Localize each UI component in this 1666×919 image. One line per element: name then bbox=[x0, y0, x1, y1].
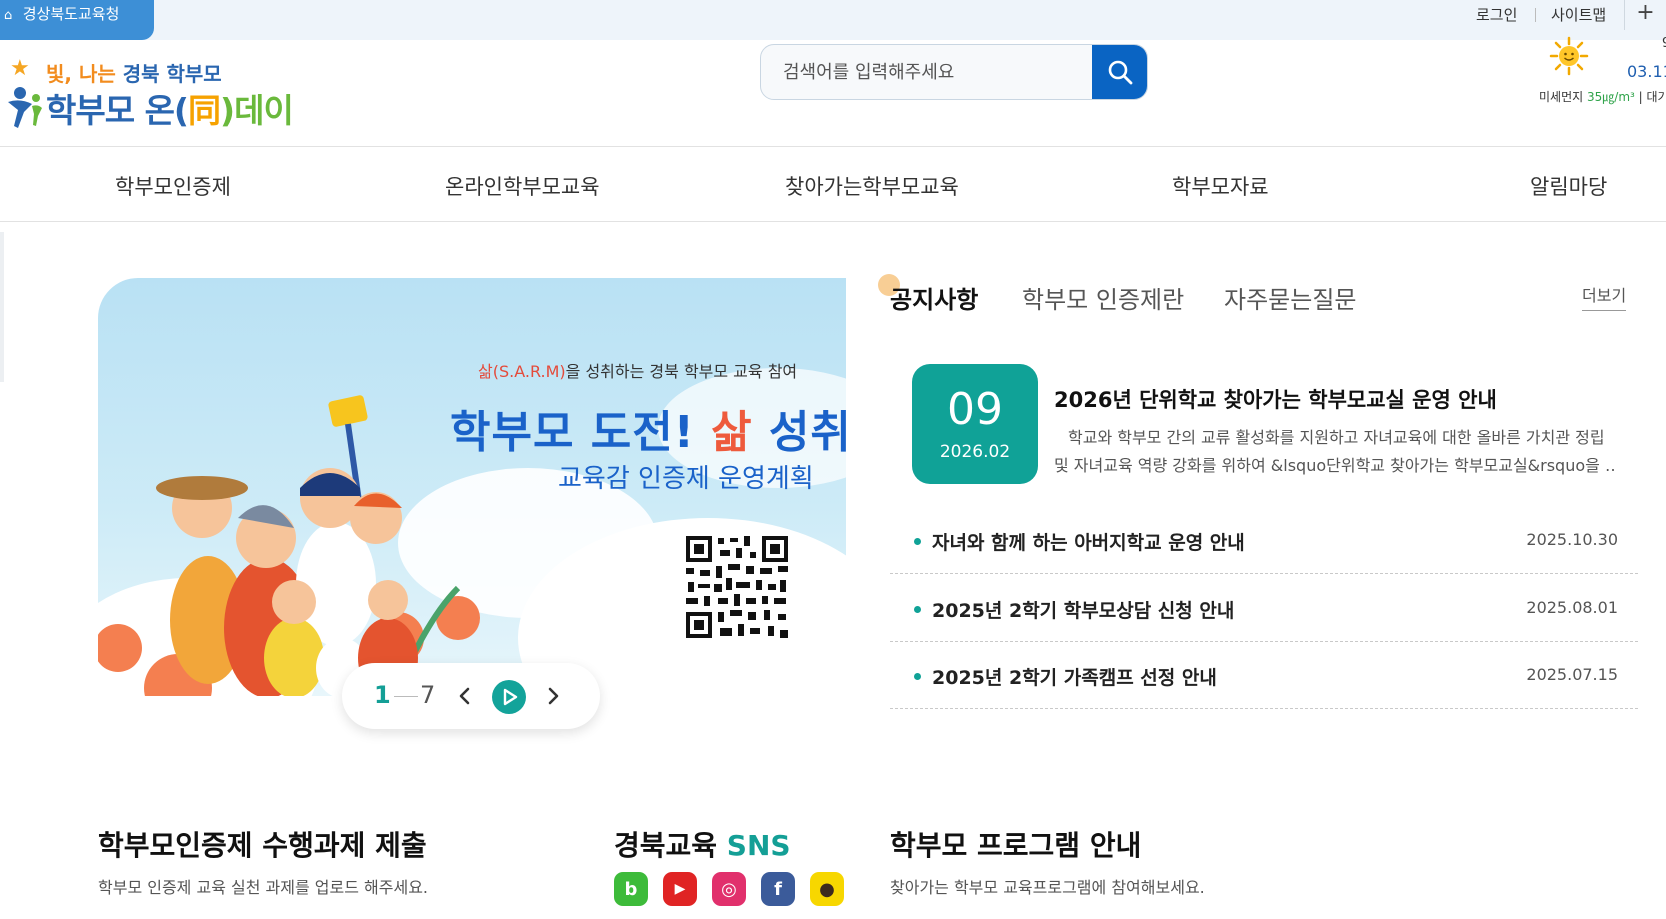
program-title[interactable]: 학부모 프로그램 안내 bbox=[890, 824, 1141, 864]
nav-notice-board[interactable]: 알림마당 bbox=[1530, 171, 1607, 201]
person-icon bbox=[8, 87, 42, 128]
tab-notice[interactable]: 공지사항 bbox=[878, 274, 978, 315]
org-name: 경상북도교육청 bbox=[22, 5, 120, 23]
cert-task-desc: 학부모 인증제 교육 실천 과제를 업로드 해주세요. bbox=[98, 878, 429, 897]
bullet-icon bbox=[914, 673, 921, 680]
notice-date: 2025.08.01 bbox=[1526, 598, 1618, 617]
banner-subtitle: 삶(S.A.R.M)을 성취하는 경북 학부모 교육 참여 bbox=[478, 362, 798, 381]
nav-visiting-education[interactable]: 찾아가는학부모교육 bbox=[785, 171, 959, 201]
sns-section-title: 경북교육 SNS bbox=[614, 829, 791, 862]
featured-date-badge[interactable]: 09 2026.02 bbox=[912, 364, 1038, 484]
util-divider bbox=[1535, 8, 1536, 22]
notice-date: 2025.10.30 bbox=[1526, 530, 1618, 549]
facebook-icon[interactable]: f bbox=[761, 872, 795, 906]
family-illustration bbox=[98, 395, 480, 696]
search-button[interactable] bbox=[1092, 45, 1147, 99]
logo-tagline: 빛, 나는 경북 학부모 bbox=[46, 62, 222, 86]
list-item[interactable]: 2025년 2학기 가족캠프 선정 안내 2025.07.15 bbox=[890, 643, 1638, 709]
more-link[interactable]: 더보기 bbox=[1582, 282, 1627, 311]
featured-year-month: 2026.02 bbox=[939, 442, 1011, 462]
prev-slide-button[interactable] bbox=[450, 681, 480, 711]
list-item[interactable]: 자녀와 함께 하는 아버지학교 운영 안내 2025.10.30 bbox=[890, 508, 1638, 574]
notice-date: 2025.07.15 bbox=[1526, 665, 1618, 684]
play-icon bbox=[503, 688, 518, 706]
login-link[interactable]: 로그인 bbox=[1476, 4, 1517, 25]
next-slide-button[interactable] bbox=[538, 681, 568, 711]
featured-notice-desc[interactable]: 학교와 학부모 간의 교류 활성화를 지원하고 자녀교육에 대한 올바른 가치관… bbox=[1054, 424, 1614, 480]
bullet-icon bbox=[914, 606, 921, 613]
band-icon[interactable]: b bbox=[614, 872, 648, 906]
tab-faq[interactable]: 자주묻는질문 bbox=[1224, 280, 1356, 315]
kakaotalk-icon[interactable]: ● bbox=[810, 872, 844, 906]
nav-parent-resources[interactable]: 학부모자료 bbox=[1172, 171, 1269, 201]
banner-slider-controls: 1 7 bbox=[342, 663, 600, 729]
site-logo[interactable]: ★ 빛, 나는 경북 학부모 학부모 온(同)데이 bbox=[6, 54, 306, 134]
featured-notice-title[interactable]: 2026년 단위학교 찾아가는 학부모교실 운영 안내 bbox=[1054, 384, 1497, 414]
instagram-icon[interactable]: ◎ bbox=[712, 872, 746, 906]
qr-code-icon bbox=[684, 534, 790, 640]
slide-divider bbox=[394, 696, 418, 697]
nav-online-education[interactable]: 온라인학부모교육 bbox=[445, 171, 600, 201]
play-slide-button[interactable] bbox=[492, 680, 526, 714]
main-navigation: 학부모인증제 온라인학부모교육 찾아가는학부모교육 학부모자료 알림마당 bbox=[0, 146, 1666, 222]
search-input[interactable] bbox=[761, 45, 1087, 99]
plus-button[interactable]: + bbox=[1624, 0, 1666, 30]
notice-title: 2025년 2학기 학부모상담 신청 안내 bbox=[932, 600, 1235, 622]
nav-parent-certification[interactable]: 학부모인증제 bbox=[115, 171, 231, 201]
youtube-icon[interactable]: ▶ bbox=[663, 872, 697, 906]
fine-dust-info: 미세먼지 35㎍/m³ | 대기 bbox=[1539, 90, 1666, 104]
org-home-link[interactable]: ⌂ 경상북도교육청 bbox=[0, 0, 154, 40]
board-tabs: 공지사항 학부모 인증제란 자주묻는질문 bbox=[878, 274, 1630, 316]
program-desc: 찾아가는 학부모 교육프로그램에 참여해보세요. bbox=[890, 878, 1205, 897]
main-banner[interactable]: 삶(S.A.R.M)을 성취하는 경북 학부모 교육 참여 학부모 도전! 삶 … bbox=[98, 278, 846, 696]
search-icon bbox=[1108, 60, 1133, 85]
weather-widget: 9 03.11 미세먼지 35㎍/m³ | 대기 bbox=[1535, 36, 1666, 106]
weather-temp-partial: 9 bbox=[1662, 36, 1666, 51]
tab-certification-info[interactable]: 학부모 인증제란 bbox=[1022, 280, 1184, 315]
list-item[interactable]: 2025년 2학기 학부모상담 신청 안내 2025.08.01 bbox=[890, 576, 1638, 642]
slide-current: 1 bbox=[374, 681, 391, 709]
cert-task-title[interactable]: 학부모인증제 수행과제 제출 bbox=[98, 824, 427, 864]
side-edge bbox=[0, 232, 4, 382]
notice-title: 2025년 2학기 가족캠프 선정 안내 bbox=[932, 667, 1217, 689]
sitemap-link[interactable]: 사이트맵 bbox=[1551, 4, 1606, 25]
notice-title: 자녀와 함께 하는 아버지학교 운영 안내 bbox=[932, 532, 1245, 554]
featured-day: 09 bbox=[947, 384, 1003, 435]
search-box bbox=[760, 44, 1148, 100]
home-icon: ⌂ bbox=[4, 8, 13, 23]
top-utility-bar: ⌂ 경상북도교육청 로그인 사이트맵 + bbox=[0, 0, 1666, 40]
slide-total: 7 bbox=[420, 681, 436, 709]
banner-plan: 교육감 인증제 운영계획 bbox=[558, 464, 814, 494]
sun-icon bbox=[1549, 36, 1589, 76]
star-icon: ★ bbox=[10, 56, 30, 81]
weather-date: 03.11 bbox=[1627, 62, 1666, 81]
logo-wordmark: 학부모 온(同)데이 bbox=[46, 91, 294, 130]
bullet-icon bbox=[914, 538, 921, 545]
